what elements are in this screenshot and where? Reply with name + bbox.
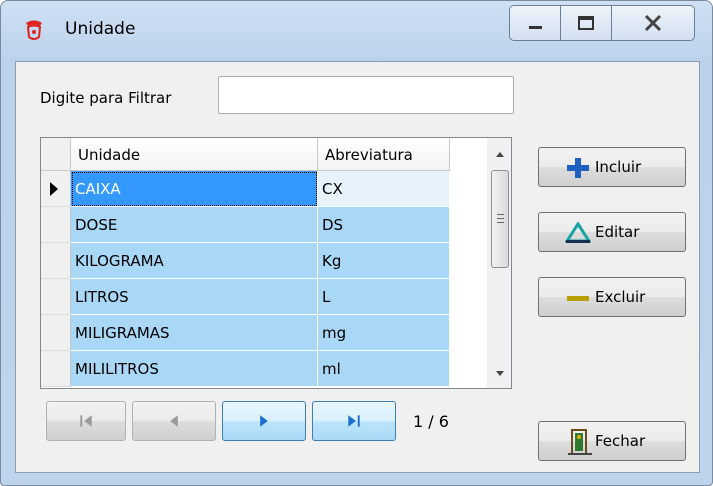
last-icon [348, 415, 360, 427]
cell-unidade[interactable]: MILILITROS [71, 351, 318, 387]
row-indicator [41, 351, 71, 387]
table-row[interactable]: KILOGRAMA Kg [41, 243, 450, 279]
cell-unidade[interactable]: KILOGRAMA [71, 243, 318, 279]
grip-line [497, 214, 504, 215]
window-title: Unidade [65, 19, 136, 39]
row-indicator [41, 279, 71, 315]
grip-line [497, 218, 504, 219]
row-indicator [41, 171, 71, 207]
current-row-arrow-icon [50, 182, 58, 196]
window: Unidade Digite para Filtrar Unidade Abre… [0, 0, 713, 486]
previous-record-button[interactable] [132, 401, 216, 441]
excluir-button[interactable]: Excluir [538, 277, 686, 317]
app-icon [26, 20, 42, 40]
cell-abreviatura[interactable]: Kg [318, 243, 450, 279]
vertical-scrollbar[interactable] [487, 138, 512, 388]
cell-unidade[interactable]: LITROS [71, 279, 318, 315]
editar-button[interactable]: Editar [538, 212, 686, 252]
column-header-abreviatura[interactable]: Abreviatura [318, 138, 450, 171]
title-bar[interactable]: Unidade [1, 1, 712, 61]
next-icon [260, 415, 268, 427]
client-area: Digite para Filtrar Unidade Abreviatura … [15, 61, 700, 473]
minimize-button[interactable] [509, 5, 561, 41]
first-icon [80, 415, 92, 427]
close-icon [644, 14, 662, 32]
editar-label: Editar [595, 223, 640, 241]
cell-abreviatura[interactable]: L [318, 279, 450, 315]
header-indicator-cell [41, 138, 71, 171]
next-record-button[interactable] [222, 401, 306, 441]
first-record-button[interactable] [46, 401, 126, 441]
minus-icon [567, 296, 589, 301]
table-row[interactable]: MILILITROS ml [41, 351, 450, 387]
cell-abreviatura[interactable]: mg [318, 315, 450, 351]
grid-header: Unidade Abreviatura [41, 138, 511, 171]
scroll-thumb[interactable] [491, 170, 509, 268]
excluir-label: Excluir [595, 288, 646, 306]
scroll-up-icon[interactable] [487, 142, 512, 168]
row-indicator [41, 207, 71, 243]
incluir-button[interactable]: Incluir [538, 147, 686, 187]
cell-unidade[interactable]: MILIGRAMAS [71, 315, 318, 351]
cell-unidade[interactable]: CAIXA [71, 171, 318, 207]
plus-icon [567, 158, 589, 178]
filter-label: Digite para Filtrar [40, 89, 172, 107]
last-record-button[interactable] [312, 401, 396, 441]
previous-icon [170, 415, 178, 427]
fechar-button[interactable]: Fechar [538, 421, 686, 461]
row-indicator [41, 243, 71, 279]
fechar-label: Fechar [595, 432, 646, 450]
row-indicator [41, 315, 71, 351]
filter-input[interactable] [218, 76, 514, 114]
cell-unidade[interactable]: DOSE [71, 207, 318, 243]
units-grid[interactable]: Unidade Abreviatura CAIXA CX DOSE DS KIL… [40, 137, 512, 389]
close-button[interactable] [611, 5, 695, 41]
column-header-unidade[interactable]: Unidade [71, 138, 318, 171]
page-indicator: 1 / 6 [413, 412, 449, 431]
table-row[interactable]: DOSE DS [41, 207, 450, 243]
table-row[interactable]: LITROS L [41, 279, 450, 315]
triangle-icon [565, 222, 591, 243]
maximize-button[interactable] [560, 5, 612, 41]
maximize-icon [578, 16, 594, 30]
table-row[interactable]: MILIGRAMAS mg [41, 315, 450, 351]
table-row[interactable]: CAIXA CX [41, 171, 450, 207]
minimize-icon [529, 26, 542, 29]
door-exit-icon [568, 429, 592, 455]
scroll-down-icon[interactable] [487, 360, 512, 386]
grip-line [497, 222, 504, 223]
cell-abreviatura[interactable]: ml [318, 351, 450, 387]
cell-abreviatura[interactable]: DS [318, 207, 450, 243]
cell-abreviatura[interactable]: CX [318, 171, 450, 207]
incluir-label: Incluir [595, 158, 642, 176]
